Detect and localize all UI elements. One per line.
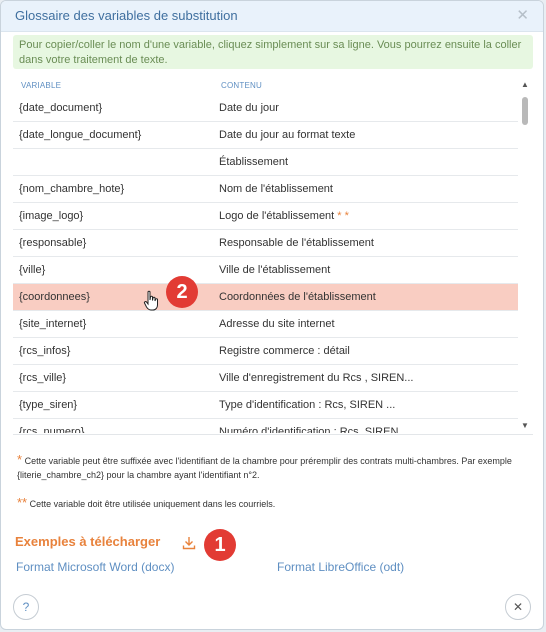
glossary-dialog: Glossaire des variables de substitution … <box>0 0 544 630</box>
dialog-title: Glossaire des variables de substitution <box>15 8 238 23</box>
contenu-cell: Ville de l'établissement <box>219 264 330 276</box>
contenu-text: Adresse du site internet <box>219 318 335 330</box>
variable-cell: {date_longue_document} <box>19 129 142 141</box>
column-header-contenu: CONTENU <box>221 81 262 90</box>
scroll-thumb[interactable] <box>522 97 528 125</box>
contenu-cell: Date du jour au format texte <box>219 129 355 141</box>
contenu-cell: Coordonnées de l'établissement <box>219 291 376 303</box>
note-double-star: ** Cette variable doit être utilisée uni… <box>17 496 527 511</box>
table-row[interactable]: {date_longue_document} Date du jour au fo… <box>13 122 518 149</box>
variable-cell: {date_document} <box>19 102 103 114</box>
odt-format-link[interactable]: Format LibreOffice (odt) <box>277 560 404 574</box>
contenu-text: Logo de l'établissement <box>219 210 335 222</box>
contenu-text: Ville de l'établissement <box>219 264 331 276</box>
contenu-cell: Numéro d'identification : Rcs, SIREN ... <box>219 426 411 433</box>
download-icon[interactable] <box>182 536 196 550</box>
contenu-text: Numéro d'identification : Rcs, SIREN ... <box>219 426 411 433</box>
table-row[interactable]: Établissement <box>13 149 518 176</box>
note-single-star: * Cette variable peut être suffixée avec… <box>17 453 527 482</box>
contenu-cell: Date du jour <box>219 102 279 114</box>
table-row[interactable]: {image_logo} Logo de l'établissement * * <box>13 203 518 230</box>
help-button[interactable]: ? <box>13 594 39 620</box>
scrollbar[interactable]: ▲ ▼ <box>519 77 531 433</box>
variables-table: VARIABLE CONTENU {date_document} Date du … <box>13 77 531 433</box>
contenu-cell: Établissement <box>219 156 288 168</box>
table-body: {date_document} Date du jour {date_longue_… <box>13 95 531 433</box>
examples-heading: Exemples à télécharger <box>15 534 161 549</box>
word-format-link[interactable]: Format Microsoft Word (docx) <box>16 560 174 574</box>
variable-cell: {rcs_ville} <box>19 372 67 384</box>
contenu-cell: Ville d'enregistrement du Rcs , SIREN... <box>219 372 413 384</box>
contenu-text: Date du jour au format texte <box>219 129 356 141</box>
contenu-text: Registre commerce : détail <box>219 345 350 357</box>
contenu-text: Coordonnées de l'établissement <box>219 291 376 303</box>
table-row[interactable]: {date_document} Date du jour <box>13 95 518 122</box>
contenu-cell: Responsable de l'établissement <box>219 237 374 249</box>
table-row-highlighted[interactable]: {coordonnees} Coordonnées de l'établissem… <box>13 284 518 311</box>
table-row[interactable]: {rcs_infos} Registre commerce : détail <box>13 338 518 365</box>
dialog-header: Glossaire des variables de substitution … <box>1 1 543 32</box>
variable-cell: {site_internet} <box>19 318 87 330</box>
variable-cell: {image_logo} <box>19 210 84 222</box>
contenu-text: Nom de l'établissement <box>219 183 333 195</box>
contenu-cell: Type d'identification : Rcs, SIREN ... <box>219 399 395 411</box>
variable-cell: {nom_chambre_hote} <box>19 183 125 195</box>
hand-pointer-cursor-icon <box>143 290 158 311</box>
table-row[interactable]: {rcs_numero} Numéro d'identification : Rc… <box>13 419 518 433</box>
contenu-text: Responsable de l'établissement <box>219 237 374 249</box>
variable-cell: {ville} <box>19 264 46 276</box>
table-row[interactable]: {ville} Ville de l'établissement <box>13 257 518 284</box>
contenu-cell: Adresse du site internet <box>219 318 335 330</box>
variable-cell: {type_siren} <box>19 399 78 411</box>
contenu-text: Type d'identification : Rcs, SIREN ... <box>219 399 396 411</box>
table-row[interactable]: {site_internet} Adresse du site internet <box>13 311 518 338</box>
contenu-text: Établissement <box>219 156 289 168</box>
contenu-text: Date du jour <box>219 102 279 114</box>
scroll-up-arrow-icon[interactable]: ▲ <box>521 80 529 89</box>
variable-cell: {coordonnees} <box>19 291 90 303</box>
contenu-text: Ville d'enregistrement du Rcs , SIREN... <box>219 372 414 384</box>
close-icon[interactable]: ✕ <box>516 6 529 24</box>
table-row[interactable]: {responsable} Responsable de l'établissem… <box>13 230 518 257</box>
annotation-badge-1: 1 <box>204 529 236 561</box>
asterisk-marker: * <box>17 452 23 467</box>
contenu-cell: Registre commerce : détail <box>219 345 350 357</box>
double-asterisk-marker: ** <box>17 495 28 510</box>
variable-cell: {rcs_infos} <box>19 345 71 357</box>
contenu-cell: Nom de l'établissement <box>219 183 333 195</box>
column-header-variable: VARIABLE <box>21 81 62 90</box>
variable-cell: {rcs_numero} <box>19 426 85 433</box>
table-row[interactable]: {rcs_ville} Ville d'enregistrement du Rcs… <box>13 365 518 392</box>
close-button[interactable]: ✕ <box>505 594 531 620</box>
note-double-star-text: Cette variable doit être utilisée unique… <box>29 499 276 509</box>
note-single-star-text: Cette variable peut être suffixée avec l… <box>17 456 512 480</box>
table-row[interactable]: {nom_chambre_hote} Nom de l'établissement <box>13 176 518 203</box>
divider <box>13 434 533 435</box>
contenu-cell: Logo de l'établissement * * <box>219 210 349 222</box>
scroll-down-arrow-icon[interactable]: ▼ <box>521 421 529 430</box>
variable-cell: {responsable} <box>19 237 87 249</box>
double-asterisk-marker: * * <box>337 210 349 222</box>
table-row[interactable]: {type_siren} Type d'identification : Rcs,… <box>13 392 518 419</box>
info-message: Pour copier/coller le nom d'une variable… <box>13 35 533 69</box>
annotation-badge-2: 2 <box>166 276 198 308</box>
table-header: VARIABLE CONTENU <box>13 77 531 95</box>
